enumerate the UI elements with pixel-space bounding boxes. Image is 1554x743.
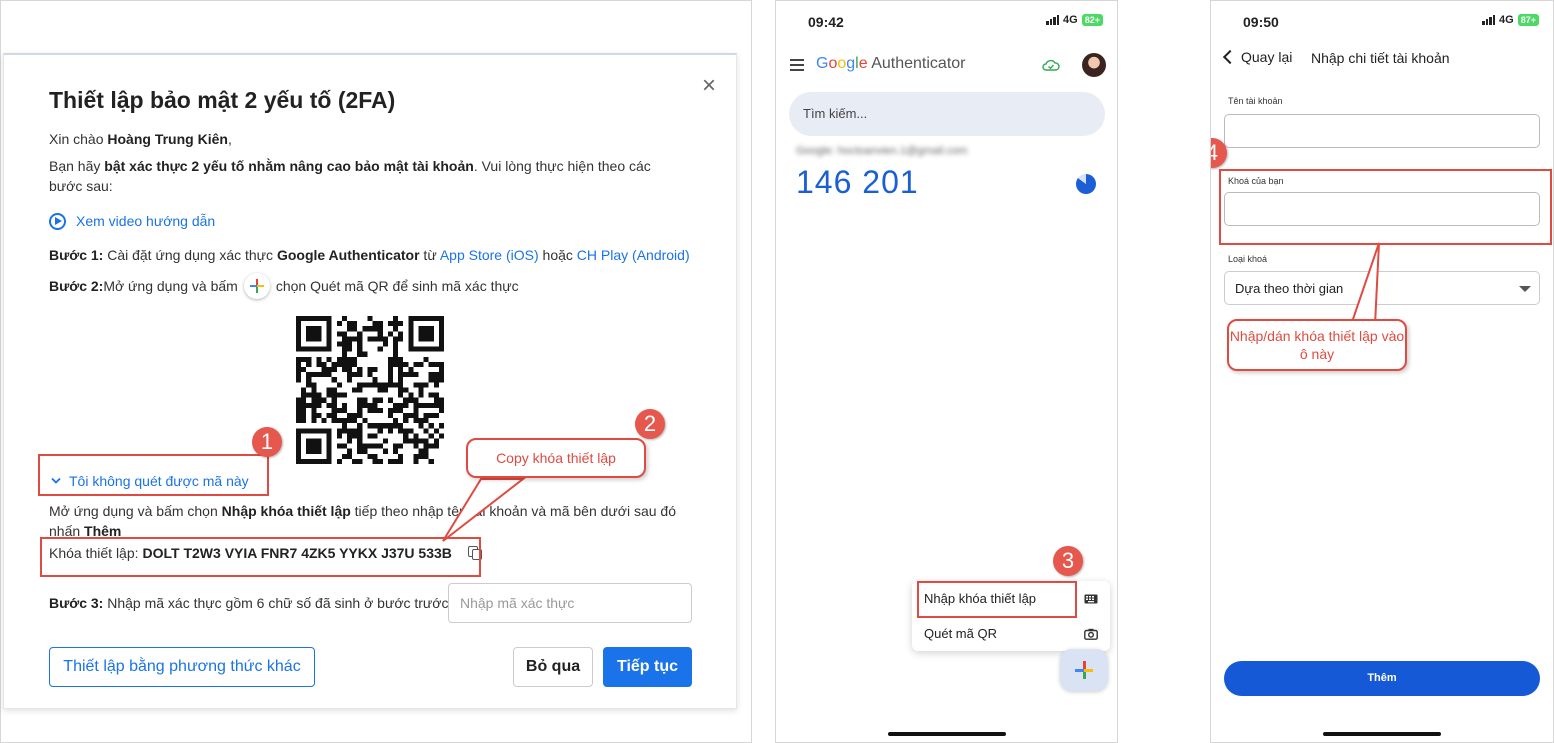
google-wordmark: Google — [816, 55, 868, 72]
step-3: Bước 3: Nhập mã xác thực gồm 6 chữ số đã… — [49, 593, 449, 613]
user-name: Hoàng Trung Kiên — [107, 131, 228, 147]
note-prefix: Mở ứng dụng và bấm chọn — [49, 503, 222, 519]
status-time: 09:42 — [808, 14, 844, 30]
keyboard-icon — [1084, 594, 1098, 603]
chevron-down-icon — [1519, 286, 1531, 292]
note-bold: Nhập khóa thiết lập — [221, 503, 351, 519]
key-type-value: Dựa theo thời gian — [1235, 281, 1344, 296]
video-link-label: Xem video hướng dẫn — [76, 213, 216, 229]
continue-button[interactable]: Tiếp tục — [603, 647, 692, 687]
key-type-label: Loại khoá — [1228, 254, 1268, 264]
intro-prefix: Bạn hãy — [49, 158, 105, 174]
home-indicator — [887, 732, 1006, 736]
authenticator-phone: 09:42 4G 82+ Google Authenticator Tìm ki… — [775, 0, 1118, 743]
menu-icon[interactable] — [790, 59, 804, 71]
step3-text: Nhập mã xác thực gồm 6 chữ số đã sinh ở … — [103, 595, 449, 611]
app-store-link[interactable]: App Store (iOS) — [440, 247, 539, 263]
2fa-setup-dialog: Thiết lập bảo mật 2 yếu tố (2FA) × Xin c… — [3, 53, 737, 709]
timer-icon — [1076, 174, 1096, 194]
back-button[interactable]: Quay lại — [1221, 49, 1292, 65]
dialog-title: Thiết lập bảo mật 2 yếu tố (2FA) — [49, 87, 396, 113]
video-guide-link[interactable]: Xem video hướng dẫn — [49, 211, 215, 231]
intro-bold: bật xác thực 2 yếu tố nhằm nâng cao bảo … — [104, 158, 474, 174]
back-label: Quay lại — [1241, 49, 1293, 65]
signal-icon — [1046, 15, 1060, 25]
signal-icon — [1482, 15, 1496, 25]
menu-item-scan-qr[interactable]: Quét mã QR — [912, 616, 1110, 651]
ch-play-link[interactable]: CH Play (Android) — [577, 247, 690, 263]
network-type: 4G — [1499, 14, 1514, 26]
highlight-setup-key — [40, 537, 481, 577]
home-indicator — [1323, 732, 1441, 736]
app-title: Google Authenticator — [816, 55, 965, 73]
status-indicators: 4G 82+ — [1046, 14, 1103, 26]
account-details-phone: 09:50 4G 87+ Quay lại Nhập chi tiết tài … — [1210, 0, 1554, 743]
intro-text: Bạn hãy bật xác thực 2 yếu tố nhằm nâng … — [49, 156, 679, 196]
step-badge-1: 1 — [252, 427, 282, 457]
add-fab-button[interactable] — [1060, 649, 1108, 691]
greeting-prefix: Xin chào — [49, 131, 108, 147]
step1-app-name: Google Authenticator — [276, 247, 420, 263]
other-method-button[interactable]: Thiết lập bằng phương thức khác — [49, 647, 315, 687]
play-icon — [49, 212, 66, 230]
account-name-label: Tên tài khoản — [1228, 96, 1283, 106]
web-2fa-panel: Thiết lập bảo mật 2 yếu tố (2FA) × Xin c… — [0, 0, 752, 743]
otp-code[interactable]: 146 201 — [796, 164, 919, 201]
step2-label: Bước 2: — [49, 278, 104, 294]
google-plus-icon — [1075, 661, 1093, 679]
step1-label: Bước 1: — [49, 247, 104, 263]
account-name-input[interactable] — [1224, 114, 1540, 148]
highlight-cant-scan — [38, 454, 269, 496]
step-2: Bước 2: Mở ứng dụng và bấm chọn Quét mã … — [49, 273, 519, 299]
search-input[interactable]: Tìm kiếm... — [789, 92, 1105, 136]
callout-pointer — [442, 478, 526, 542]
chevron-left-icon — [1222, 49, 1238, 65]
status-time: 09:50 — [1243, 14, 1279, 30]
status-indicators: 4G 87+ — [1482, 14, 1539, 26]
avatar[interactable] — [1082, 53, 1106, 77]
callout-copy-key: Copy khóa thiết lập — [466, 438, 646, 478]
menu-scan-qr-label: Quét mã QR — [924, 626, 997, 641]
step1-text: Cài đặt ứng dụng xác thực — [103, 247, 277, 263]
battery-indicator: 87+ — [1517, 14, 1539, 26]
step3-label: Bước 3: — [49, 595, 104, 611]
highlight-enter-key — [917, 581, 1077, 618]
close-icon[interactable]: × — [698, 74, 720, 98]
network-type: 4G — [1063, 14, 1078, 26]
skip-button[interactable]: Bỏ qua — [513, 647, 593, 687]
greeting: Xin chào Hoàng Trung Kiên, — [49, 129, 232, 149]
callout-pointer — [1349, 242, 1380, 326]
callout-paste-key: Nhập/dán khóa thiết lập vào ô này — [1227, 319, 1407, 371]
otp-input[interactable] — [448, 583, 692, 623]
greeting-suffix: , — [227, 131, 232, 147]
step1-or: hoặc — [538, 247, 577, 263]
screen-title: Nhập chi tiết tài khoản — [1311, 50, 1450, 66]
app-title-rest: Authenticator — [867, 55, 966, 72]
highlight-key-field — [1219, 169, 1552, 245]
camera-icon — [1084, 628, 1098, 640]
battery-indicator: 82+ — [1081, 14, 1103, 26]
account-email: Google: hoctoanvien.1@gmail.com — [796, 145, 968, 157]
google-plus-icon — [243, 273, 270, 299]
step1-from: từ — [419, 247, 440, 263]
add-button[interactable]: Thêm — [1224, 661, 1540, 696]
step-badge-3: 3 — [1053, 546, 1083, 576]
manual-key-note: Mở ứng dụng và bấm chọn Nhập khóa thiết … — [49, 501, 699, 541]
qr-code — [296, 316, 444, 464]
cloud-check-icon[interactable] — [1042, 59, 1060, 71]
step2-text-a: Mở ứng dụng và bấm — [103, 278, 238, 294]
step2-text-b: chọn Quét mã QR để sinh mã xác thực — [275, 278, 519, 294]
step-badge-2: 2 — [635, 409, 665, 439]
step-1: Bước 1: Cài đặt ứng dụng xác thực Google… — [49, 245, 690, 265]
